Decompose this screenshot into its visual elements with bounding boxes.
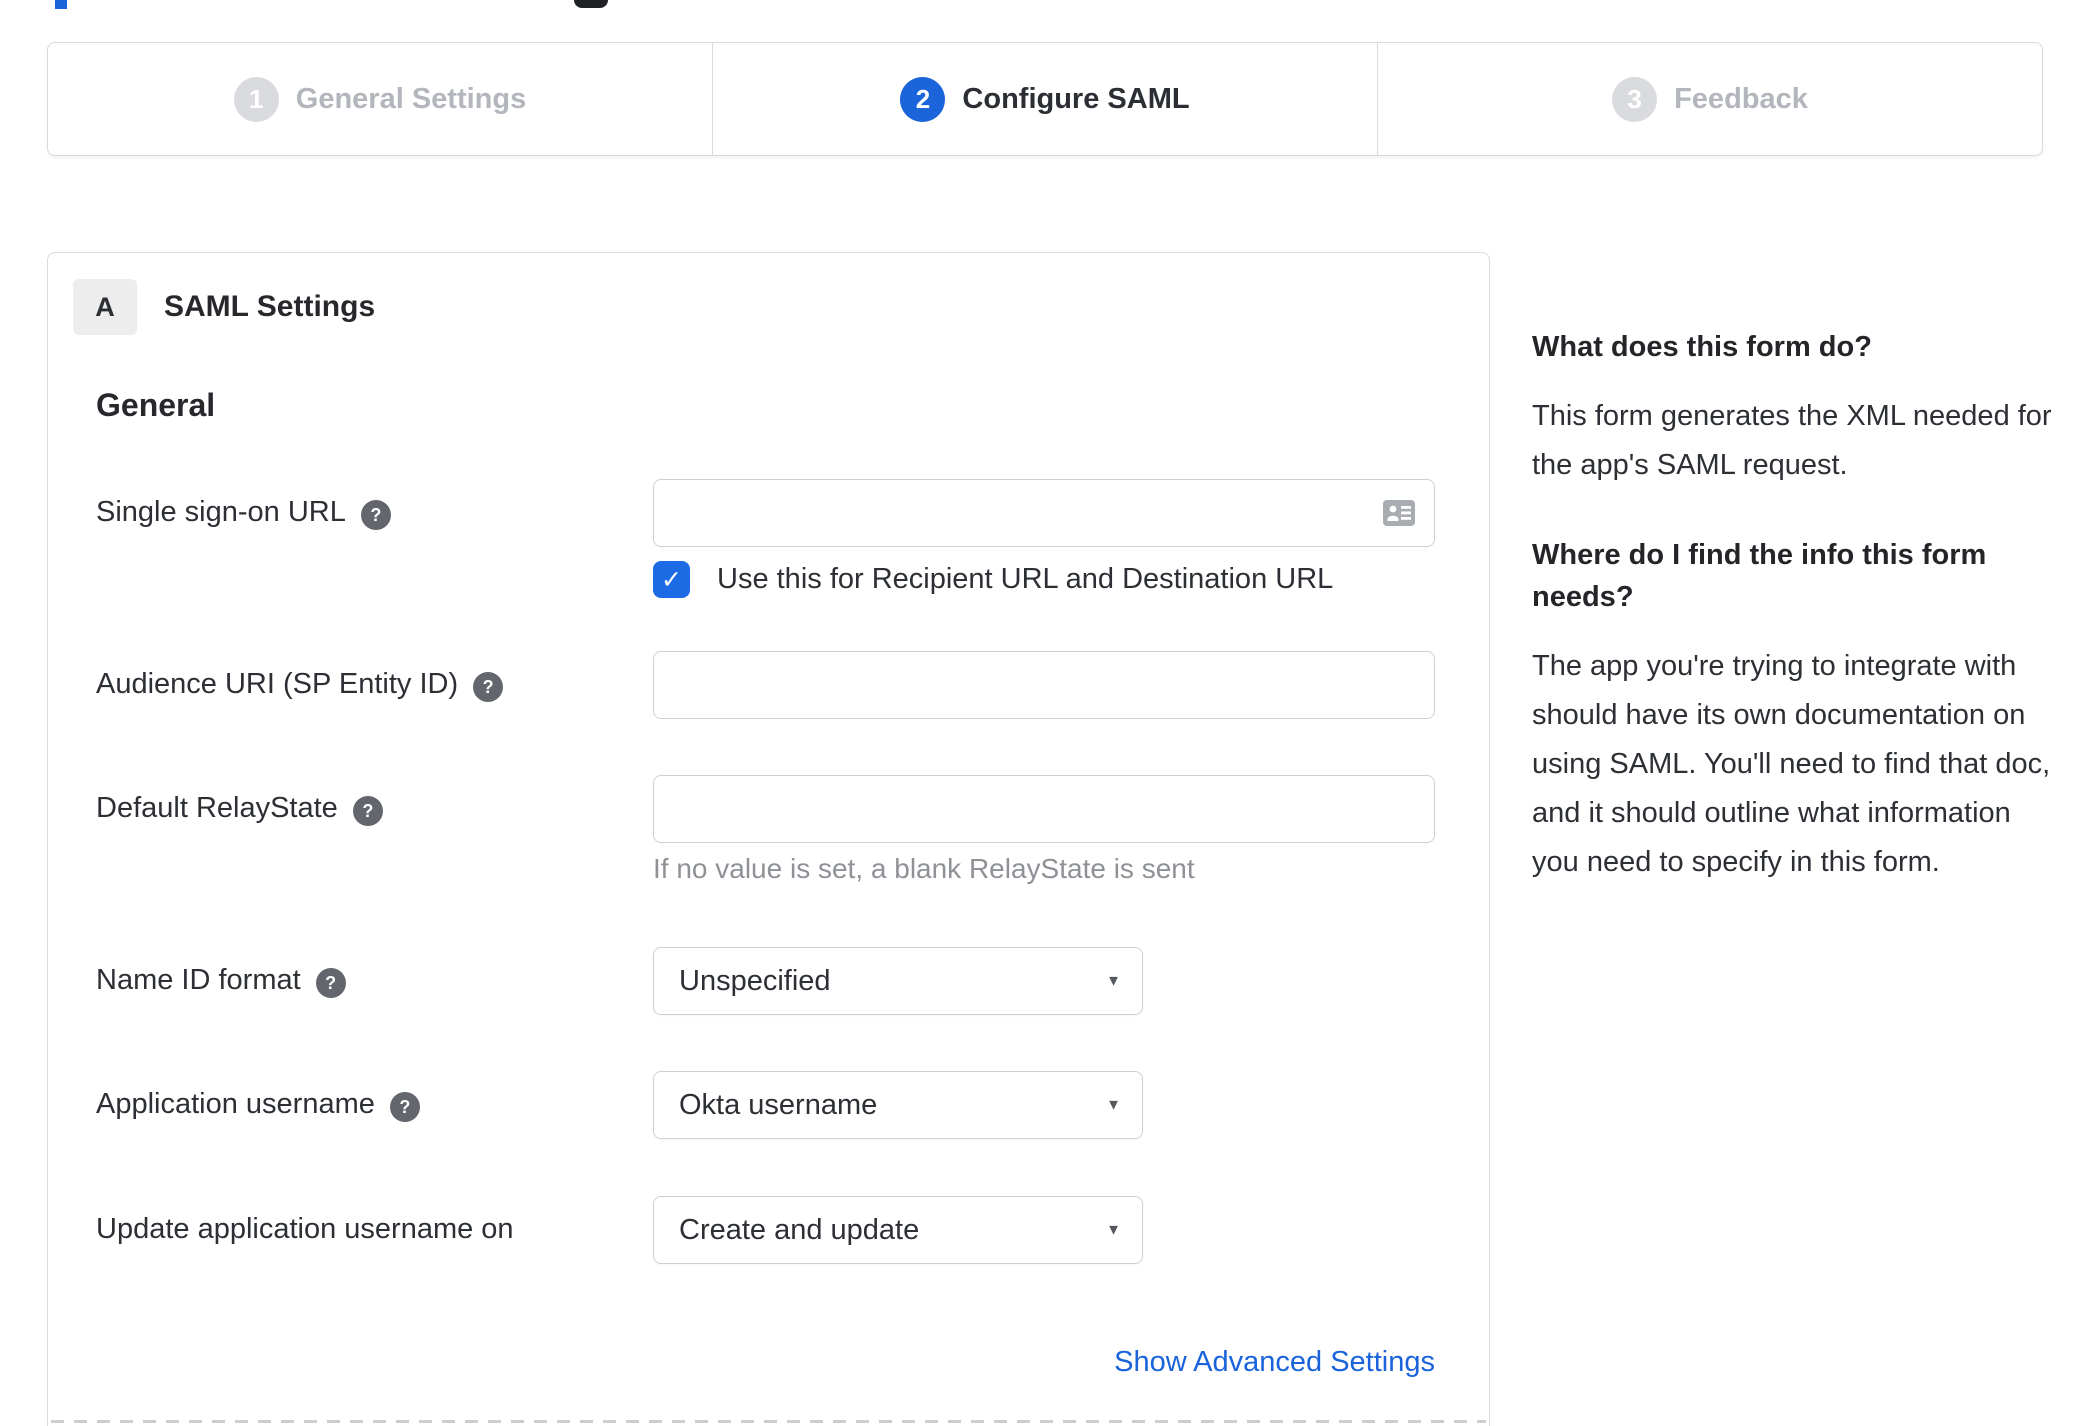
chevron-down-icon: ▼	[1106, 1096, 1121, 1114]
update-username-row: Update application username on Create an…	[96, 1196, 1143, 1264]
relay-state-label-group: Default RelayState ?	[96, 775, 653, 843]
relay-state-row: Default RelayState ?	[96, 775, 1435, 843]
application-username-row: Application username ? Okta username ▼	[96, 1071, 1143, 1139]
dashed-section-divider	[51, 1420, 1486, 1423]
update-username-label: Update application username on	[96, 1213, 514, 1245]
audience-uri-input[interactable]	[653, 651, 1435, 719]
update-username-value: Create and update	[679, 1213, 920, 1246]
advanced-link-row: Show Advanced Settings	[96, 1346, 1435, 1379]
help-heading-what: What does this form do?	[1532, 331, 1872, 363]
relay-state-helper-text: If no value is set, a blank RelayState i…	[653, 853, 1195, 884]
section-a-badge: A	[73, 279, 137, 335]
name-id-format-label: Name ID format	[96, 964, 301, 996]
wizard-stepper: 1 General Settings 2 Configure SAML 3 Fe…	[47, 42, 2043, 156]
name-id-format-select[interactable]: Unspecified ▼	[653, 947, 1143, 1015]
chevron-down-icon: ▼	[1106, 972, 1121, 990]
application-username-value: Okta username	[679, 1088, 878, 1121]
step-number-badge: 1	[233, 76, 279, 122]
name-id-format-value: Unspecified	[679, 964, 831, 997]
help-glyph: ?	[399, 1096, 411, 1117]
show-advanced-settings-link[interactable]: Show Advanced Settings	[1114, 1346, 1435, 1378]
application-username-select[interactable]: Okta username ▼	[653, 1071, 1143, 1139]
cropped-icon-fragment	[574, 0, 608, 8]
name-id-format-row: Name ID format ? Unspecified ▼	[96, 947, 1143, 1015]
sso-url-input-wrap	[653, 479, 1435, 547]
step-general-settings[interactable]: 1 General Settings	[48, 43, 713, 155]
step-label: Configure SAML	[962, 82, 1190, 115]
update-username-select[interactable]: Create and update ▼	[653, 1196, 1143, 1264]
audience-uri-label-group: Audience URI (SP Entity ID) ?	[96, 651, 653, 719]
contact-card-icon[interactable]	[1383, 500, 1415, 526]
help-icon[interactable]: ?	[360, 500, 391, 530]
help-sidebar: What does this form do? This form genera…	[1532, 326, 2062, 931]
relay-state-input[interactable]	[653, 775, 1435, 843]
help-body-where: The app you're trying to integrate with …	[1532, 650, 2051, 878]
application-username-label-group: Application username ?	[96, 1071, 653, 1139]
help-icon[interactable]: ?	[315, 968, 346, 998]
sso-url-input[interactable]	[653, 479, 1435, 547]
general-section-heading: General	[96, 387, 216, 423]
relay-state-label: Default RelayState	[96, 792, 338, 824]
audience-uri-row: Audience URI (SP Entity ID) ?	[96, 651, 1435, 719]
panel-title: SAML Settings	[164, 290, 376, 323]
application-username-label: Application username	[96, 1088, 375, 1120]
help-icon[interactable]: ?	[389, 1092, 420, 1122]
help-glyph: ?	[482, 676, 494, 697]
step-label: General Settings	[295, 82, 527, 115]
help-glyph: ?	[370, 504, 382, 525]
sso-url-label: Single sign-on URL	[96, 496, 346, 528]
step-label: Feedback	[1674, 82, 1808, 115]
help-glyph: ?	[362, 800, 374, 821]
saml-settings-panel: A SAML Settings General Single sign-on U…	[47, 252, 1490, 1426]
audience-uri-label: Audience URI (SP Entity ID)	[96, 668, 459, 700]
recipient-url-checkbox-row: ✓ Use this for Recipient URL and Destina…	[653, 561, 1333, 598]
recipient-url-checkbox-label: Use this for Recipient URL and Destinati…	[717, 563, 1334, 595]
help-glyph: ?	[325, 972, 337, 993]
help-heading-where: Where do I find the info this form needs…	[1532, 539, 1987, 613]
sso-url-row: Single sign-on URL ?	[96, 479, 1435, 547]
step-feedback[interactable]: 3 Feedback	[1378, 43, 2042, 155]
help-body-what: This form generates the XML needed for t…	[1532, 400, 2052, 481]
relay-state-input-wrap	[653, 775, 1435, 843]
chevron-down-icon: ▼	[1106, 1221, 1121, 1239]
checkmark-icon: ✓	[661, 565, 682, 594]
sso-url-label-group: Single sign-on URL ?	[96, 479, 653, 547]
step-number-badge: 3	[1612, 76, 1658, 122]
step-number-badge: 2	[900, 76, 946, 122]
name-id-format-label-group: Name ID format ?	[96, 947, 653, 1015]
help-icon[interactable]: ?	[473, 672, 504, 702]
cropped-logo-fragment	[55, 0, 67, 9]
audience-uri-input-wrap	[653, 651, 1435, 719]
step-configure-saml[interactable]: 2 Configure SAML	[713, 43, 1378, 155]
help-icon[interactable]: ?	[352, 796, 383, 826]
update-username-label-group: Update application username on	[96, 1196, 653, 1264]
recipient-url-checkbox[interactable]: ✓	[653, 561, 690, 598]
